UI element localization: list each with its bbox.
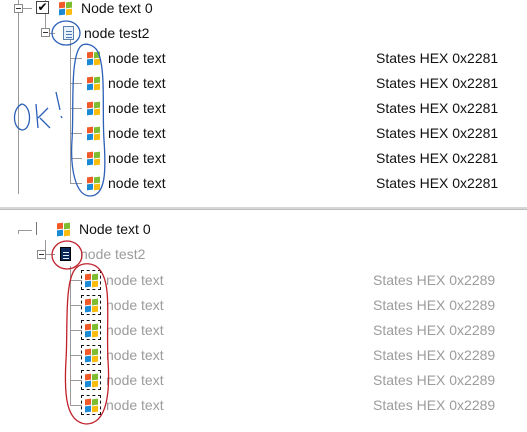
- tree-node-root[interactable]: ✔ Node text 0: [0, 0, 527, 20]
- windows-logo-icon: [86, 76, 100, 91]
- node-label: node text: [106, 297, 164, 313]
- tree-item[interactable]: node text States HEX 0x2289: [0, 343, 527, 367]
- windows-logo-icon: [86, 176, 100, 191]
- node-label: Node text 0: [79, 221, 151, 237]
- panel-divider: [0, 209, 527, 210]
- node-checkbox[interactable]: [36, 222, 38, 235]
- tree-item[interactable]: node text States HEX 0x2281: [0, 121, 527, 145]
- windows-logo-icon: [81, 270, 101, 290]
- windows-logo-icon: [86, 51, 100, 66]
- tree-item[interactable]: node text States HEX 0x2289: [0, 318, 527, 342]
- windows-logo-icon: [81, 395, 101, 415]
- node-checkbox[interactable]: ✔: [36, 1, 49, 14]
- node-label: node text: [108, 50, 166, 66]
- tree-item[interactable]: node text States HEX 0x2281: [0, 96, 527, 120]
- tree-item[interactable]: node text States HEX 0x2281: [0, 171, 527, 195]
- windows-logo-icon: [81, 320, 101, 340]
- node-label: node text: [108, 75, 166, 91]
- node-label: node text: [108, 100, 166, 116]
- document-icon: [58, 246, 74, 262]
- node-label: node text: [106, 322, 164, 338]
- tree-node-child[interactable]: node test2: [0, 242, 527, 266]
- node-label: node text: [108, 125, 166, 141]
- state-text: States HEX 0x2289: [373, 397, 496, 413]
- state-text: States HEX 0x2281: [376, 175, 499, 191]
- tree-node-root[interactable]: Node text 0: [0, 217, 527, 241]
- tree-item[interactable]: node text States HEX 0x2281: [0, 146, 527, 170]
- node-label: node text: [106, 372, 164, 388]
- state-text: States HEX 0x2281: [376, 100, 499, 116]
- tree-item[interactable]: node text States HEX 0x2289: [0, 393, 527, 417]
- state-text: States HEX 0x2281: [376, 150, 499, 166]
- node-label: node text: [108, 150, 166, 166]
- document-icon: [61, 25, 77, 41]
- windows-logo-icon: [86, 126, 100, 141]
- node-label: node text: [106, 347, 164, 363]
- state-text: States HEX 0x2289: [373, 297, 496, 313]
- state-text: States HEX 0x2289: [373, 347, 496, 363]
- windows-logo-icon: [81, 295, 101, 315]
- tree-item[interactable]: node text States HEX 0x2281: [0, 46, 527, 70]
- node-label: node text: [106, 272, 164, 288]
- tree-item[interactable]: node text States HEX 0x2289: [0, 368, 527, 392]
- state-text: States HEX 0x2281: [376, 50, 499, 66]
- state-text: States HEX 0x2289: [373, 272, 496, 288]
- windows-logo-icon: [86, 151, 100, 166]
- tree-item[interactable]: node text States HEX 0x2289: [0, 268, 527, 292]
- state-text: States HEX 0x2289: [373, 372, 496, 388]
- tree-item[interactable]: node text States HEX 0x2281: [0, 71, 527, 95]
- tree-view-bottom: Node text 0 node test2 node text States …: [0, 214, 527, 432]
- tree-item[interactable]: node text States HEX 0x2289: [0, 293, 527, 317]
- node-label: Node text 0: [81, 0, 153, 16]
- node-label: node test2: [84, 25, 150, 41]
- windows-logo-icon: [81, 370, 101, 390]
- state-text: States HEX 0x2281: [376, 75, 499, 91]
- windows-logo-icon: [56, 222, 70, 237]
- tree-view-top: ✔ Node text 0 node test2 node text State…: [0, 0, 527, 210]
- windows-logo-icon: [58, 1, 72, 16]
- windows-logo-icon: [86, 101, 100, 116]
- node-label: node text: [108, 175, 166, 191]
- node-label: node text: [106, 397, 164, 413]
- windows-logo-icon: [81, 345, 101, 365]
- state-text: States HEX 0x2289: [373, 322, 496, 338]
- tree-node-child[interactable]: node test2: [0, 21, 527, 45]
- node-label: node test2: [80, 246, 146, 262]
- state-text: States HEX 0x2281: [376, 125, 499, 141]
